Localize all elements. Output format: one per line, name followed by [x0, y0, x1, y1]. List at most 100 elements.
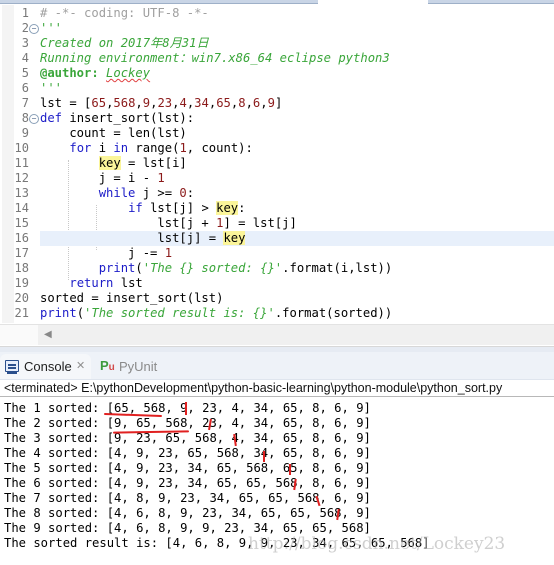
scroll-left-arrow-icon[interactable]: ◀	[44, 329, 52, 340]
code-text: def insert_sort(lst):	[40, 111, 194, 126]
console-tab-bar: Console ✕ Pu PyUnit	[0, 352, 554, 380]
code-text: lst = [65,568,9,23,4,34,65,8,6,9]	[40, 96, 282, 111]
code-line[interactable]: 11 key = lst[i]	[0, 156, 554, 171]
pyunit-icon: Pu	[100, 359, 115, 374]
code-text: @author: Lockey	[40, 66, 150, 81]
code-line[interactable]: 2− '''	[0, 21, 554, 36]
code-token: 4	[179, 96, 187, 110]
code-token: 65	[216, 96, 231, 110]
code-line[interactable]: 16 lst[j] = key	[0, 231, 554, 246]
code-token: (	[76, 306, 85, 320]
code-token: 'The sorted result is: {}'	[84, 306, 275, 320]
line-number: 19	[14, 276, 29, 290]
code-text: print('The sorted result is: {}'.format(…	[40, 306, 392, 321]
code-text: '''	[40, 81, 62, 96]
code-token: 9	[142, 96, 151, 110]
line-number: 17	[14, 246, 29, 260]
code-token: 1	[179, 141, 187, 155]
fold-collapse-icon[interactable]: −	[29, 24, 39, 34]
code-token: ,	[245, 96, 253, 110]
tab-pyunit[interactable]: Pu PyUnit	[97, 354, 177, 379]
code-token: while	[98, 186, 136, 200]
code-text: '''	[40, 21, 62, 36]
code-line[interactable]: 12 j = i - 1	[0, 171, 554, 186]
code-line[interactable]: 18 print('The {} sorted: {}'.format(i,ls…	[0, 261, 554, 276]
code-token: '''	[40, 21, 63, 35]
line-number: 9	[21, 126, 29, 140]
annotation-mark	[289, 464, 291, 475]
code-text: Created on 2017年8月31日	[40, 36, 209, 51]
code-token: = lst[i]	[120, 156, 187, 170]
line-number: 20	[14, 291, 29, 305]
code-token: ]	[274, 96, 283, 110]
annotation-mark	[263, 451, 265, 462]
code-line[interactable]: 21 print('The sorted result is: {}'.forma…	[0, 306, 554, 321]
editor-tab-strip-right	[428, 0, 554, 4]
code-line[interactable]: 20 sorted = insert_sort(lst)	[0, 291, 554, 306]
code-token: ,	[135, 96, 143, 110]
code-editor[interactable]: 1 # -*- coding: UTF-8 -*- 2− ''' 3 Created on…	[0, 5, 554, 323]
line-number: 4	[21, 51, 29, 65]
editor-horizontal-scrollbar[interactable]: ◀	[0, 324, 554, 345]
code-token: lst	[113, 276, 143, 290]
watermark: http://blog.csdn.net/Lockey23	[248, 534, 506, 554]
code-token: Lockey	[106, 66, 151, 80]
occurrence-highlight: key	[223, 231, 246, 245]
code-line[interactable]: 19 return lst	[0, 276, 554, 291]
occurrence-highlight: key	[216, 201, 239, 215]
code-token: @author:	[40, 66, 107, 80]
line-number: 14	[14, 201, 29, 215]
fold-collapse-icon[interactable]: −	[29, 114, 39, 124]
code-token: lst = [	[40, 96, 92, 110]
code-token: 34	[194, 96, 209, 110]
code-line[interactable]: 4 Running environment：win7.x86_64 eclipse…	[0, 51, 554, 66]
code-token: lst[j] =	[40, 231, 224, 245]
console-line: The 5 sorted: [4, 9, 23, 34, 65, 568, 65…	[4, 461, 371, 475]
code-line[interactable]: 13 while j >= 0:	[0, 186, 554, 201]
code-line[interactable]: 3 Created on 2017年8月31日	[0, 36, 554, 51]
line-number: 8	[21, 111, 29, 125]
code-line[interactable]: 7 lst = [65,568,9,23,4,34,65,8,6,9]	[0, 96, 554, 111]
code-line[interactable]: 14 if lst[j] > key:	[0, 201, 554, 216]
code-text: print('The {} sorted: {}'.format(i,lst))	[40, 261, 393, 276]
code-token: .format(sorted))	[274, 306, 393, 320]
code-token: def	[40, 111, 70, 125]
code-line[interactable]: 9 count = len(lst)	[0, 126, 554, 141]
pyunit-icon-u: u	[108, 362, 115, 373]
code-token: if	[128, 201, 143, 215]
line-number: 15	[14, 216, 29, 230]
line-number: 11	[14, 156, 29, 170]
code-line[interactable]: 15 lst[j + 1] = lst[j]	[0, 216, 554, 231]
line-number: 6	[21, 81, 29, 95]
tab-console[interactable]: Console ✕	[0, 354, 91, 379]
line-number: 2	[21, 21, 29, 35]
code-token: range(	[128, 141, 180, 155]
code-text: key = lst[i]	[40, 156, 187, 171]
code-token: :	[238, 201, 246, 215]
code-token: ,	[260, 96, 268, 110]
code-token: j -=	[40, 246, 165, 260]
code-text: # -*- coding: UTF-8 -*-	[40, 6, 209, 21]
code-token: (	[135, 261, 143, 275]
line-number: 10	[14, 141, 29, 155]
code-line[interactable]: 1 # -*- coding: UTF-8 -*-	[0, 6, 554, 21]
code-text: Running environment：win7.x86_64 eclipse …	[40, 51, 390, 66]
line-number: 18	[14, 261, 29, 275]
code-token: return	[69, 276, 114, 290]
close-icon[interactable]: ✕	[76, 354, 85, 379]
code-token: Running environment：win7.x86_64 eclipse …	[40, 51, 390, 65]
code-line[interactable]: 5 @author: Lockey	[0, 66, 554, 81]
editor-top-border	[0, 0, 554, 4]
code-token: 0	[179, 186, 187, 200]
code-line[interactable]: 10 for i in range(1, count):	[0, 141, 554, 156]
code-token: 'The {} sorted: {}'	[142, 261, 283, 275]
code-line[interactable]: 6 '''	[0, 81, 554, 96]
line-number: 16	[14, 231, 29, 245]
code-line[interactable]: 17 j -= 1	[0, 246, 554, 261]
code-text: j = i - 1	[40, 171, 165, 186]
code-token: # -*- coding: UTF-8 -*-	[40, 6, 209, 20]
code-line[interactable]: 8− def insert_sort(lst):	[0, 111, 554, 126]
